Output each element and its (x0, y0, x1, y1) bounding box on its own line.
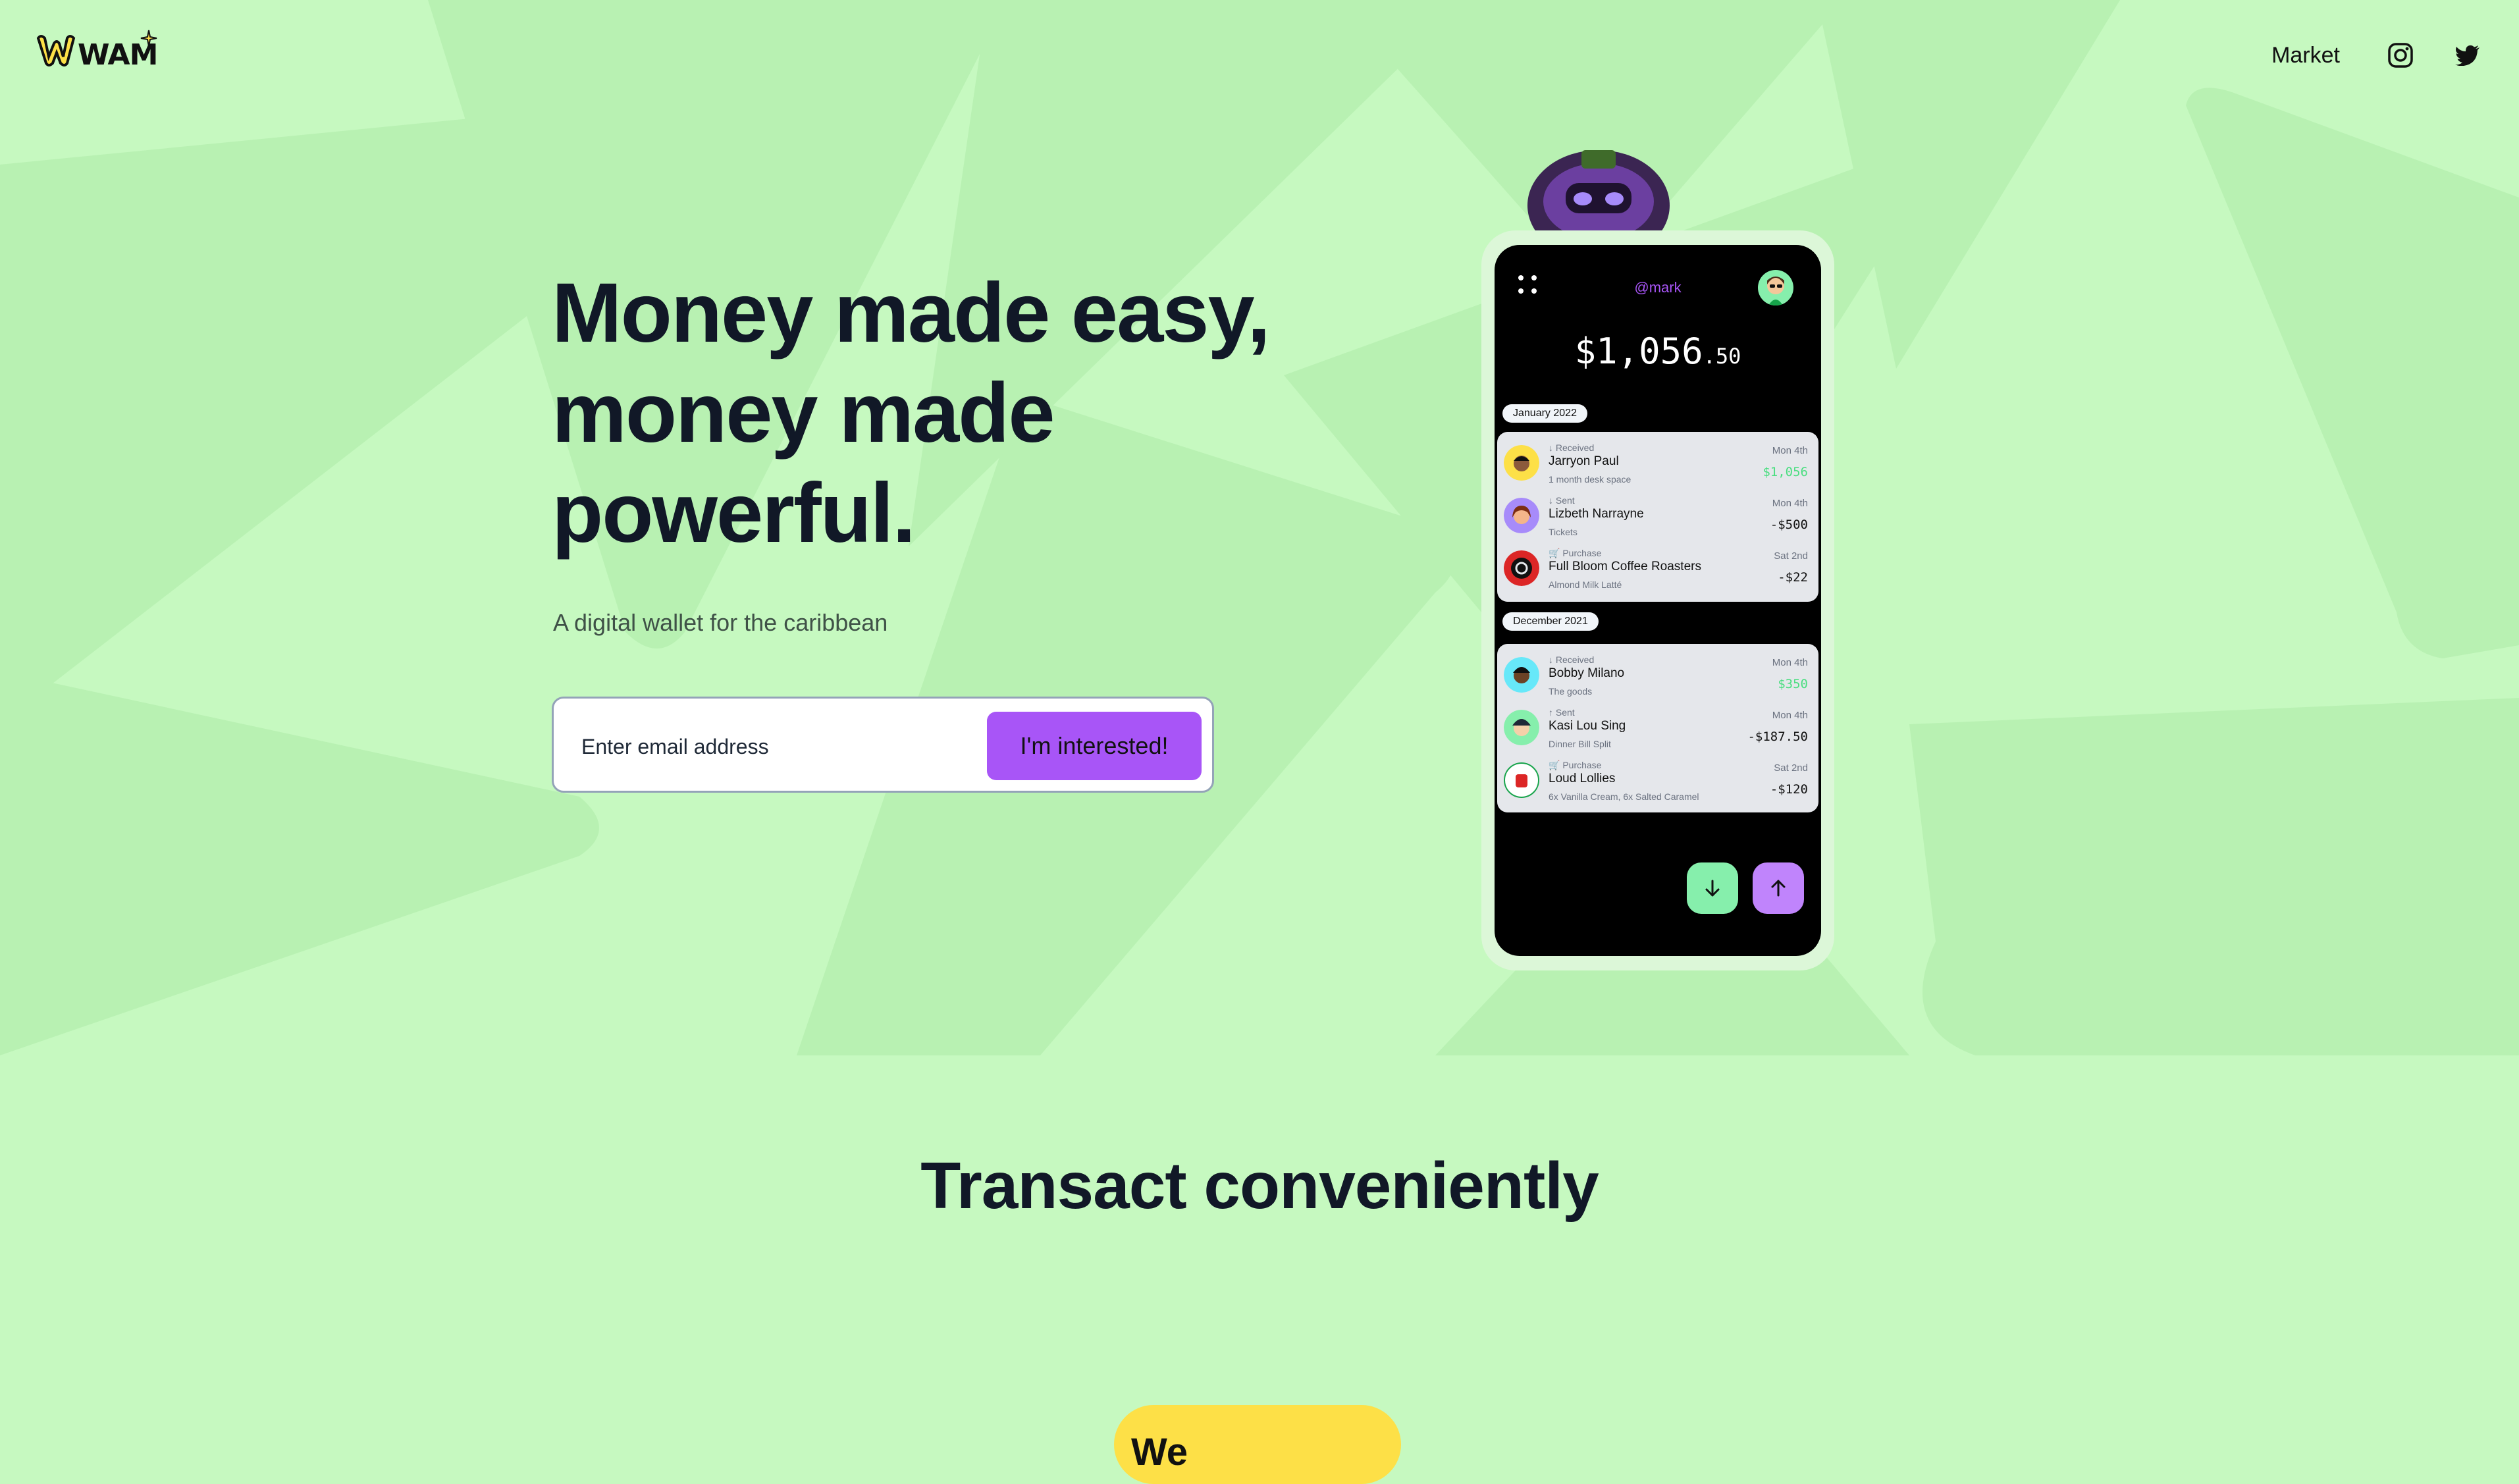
transaction-row[interactable]: ↓ Sent Lizbeth Narrayne Tickets Mon 4th … (1497, 487, 1818, 540)
transaction-note: Almond Milk Latté (1549, 579, 1622, 590)
contact-avatar (1504, 498, 1539, 533)
transaction-amount: $1,056 (1763, 465, 1808, 479)
transaction-name: Kasi Lou Sing (1549, 719, 1626, 733)
send-button[interactable] (1753, 862, 1804, 914)
transaction-name: Lizbeth Narrayne (1549, 507, 1644, 521)
transaction-type: 🛒 Purchase (1549, 760, 1602, 770)
transaction-amount: -$120 (1770, 782, 1808, 797)
transaction-date: Mon 4th (1772, 710, 1808, 721)
email-input[interactable] (580, 722, 951, 771)
balance: $1,056.50 (1495, 331, 1821, 372)
merchant-logo (1504, 550, 1539, 586)
email-signup-form: I'm interested! (552, 697, 1214, 793)
headline-line: powerful. (552, 466, 916, 560)
transaction-row[interactable]: ↓ Received Jarryon Paul 1 month desk spa… (1497, 435, 1818, 487)
transaction-row[interactable]: ↑ Sent Kasi Lou Sing Dinner Bill Split M… (1497, 699, 1818, 752)
transaction-type: ↑ Sent (1549, 707, 1575, 718)
headline-line: money made (552, 366, 1055, 460)
nav-link-market[interactable]: Market (2271, 43, 2340, 68)
hero-section: WAM Market Money made easy, money made p… (0, 0, 2519, 1055)
transaction-row[interactable]: 🛒 Purchase Full Bloom Coffee Roasters Al… (1497, 540, 1818, 593)
transaction-note: Tickets (1549, 527, 1578, 537)
twitter-icon[interactable] (2453, 41, 2482, 70)
contact-avatar (1504, 445, 1539, 481)
wam-mascot-icon (36, 35, 76, 66)
transaction-date: Mon 4th (1772, 498, 1808, 509)
transaction-type: 🛒 Purchase (1549, 548, 1602, 558)
arrow-up-icon (1771, 880, 1786, 897)
hero-headline: Money made easy, money made powerful. (552, 263, 1329, 564)
transaction-type: ↓ Sent (1549, 495, 1575, 506)
transaction-row[interactable]: ↓ Received Bobby Milano The goods Mon 4t… (1497, 647, 1818, 699)
phone-screen: @mark $1,056.50 January 2022 ↓ Received … (1495, 245, 1821, 956)
transaction-date: Mon 4th (1772, 445, 1808, 456)
transaction-row[interactable]: 🛒 Purchase Loud Lollies 6x Vanilla Cream… (1497, 752, 1818, 805)
transaction-card: ↓ Received Bobby Milano The goods Mon 4t… (1497, 644, 1818, 812)
transaction-name: Loud Lollies (1549, 772, 1616, 785)
transaction-date: Mon 4th (1772, 657, 1808, 668)
transaction-name: Full Bloom Coffee Roasters (1549, 560, 1701, 573)
balance-main: $1,056 (1574, 331, 1703, 372)
headline-line: Money made easy, (552, 266, 1271, 360)
transaction-note: Dinner Bill Split (1549, 739, 1611, 749)
transaction-name: Jarryon Paul (1549, 454, 1619, 468)
balance-cents: .50 (1703, 344, 1741, 369)
hero-subhead: A digital wallet for the caribbean (553, 609, 888, 636)
transaction-name: Bobby Milano (1549, 666, 1625, 680)
wam-logo[interactable]: WAM (34, 29, 159, 75)
transaction-note: 6x Vanilla Cream, 6x Salted Caramel (1549, 791, 1699, 802)
transaction-amount: $350 (1778, 677, 1808, 691)
transaction-note: The goods (1549, 686, 1593, 697)
contact-avatar (1504, 657, 1539, 693)
interested-button[interactable]: I'm interested! (987, 712, 1202, 780)
month-label: January 2022 (1502, 404, 1587, 423)
yellow-pill-badge: We (1114, 1405, 1401, 1484)
transaction-note: 1 month desk space (1549, 474, 1631, 485)
contact-avatar (1504, 710, 1539, 745)
arrow-down-icon (1705, 880, 1720, 897)
transaction-amount: -$187.50 (1747, 729, 1808, 744)
mascot-illustration (1527, 150, 1670, 232)
transaction-amount: -$500 (1770, 517, 1808, 532)
transaction-type: ↓ Received (1549, 442, 1595, 453)
receive-button[interactable] (1687, 862, 1738, 914)
transaction-card: ↓ Received Jarryon Paul 1 month desk spa… (1497, 432, 1818, 602)
avatar[interactable] (1758, 270, 1793, 305)
sparkle-icon (140, 30, 157, 47)
transaction-date: Sat 2nd (1774, 550, 1808, 562)
transaction-date: Sat 2nd (1774, 762, 1808, 774)
merchant-logo (1504, 762, 1539, 798)
section-title: Transact conveniently (920, 1149, 1599, 1223)
month-label: December 2021 (1502, 612, 1599, 631)
pill-text: We (1131, 1431, 1188, 1473)
transaction-amount: -$22 (1778, 570, 1808, 585)
instagram-icon[interactable] (2386, 41, 2415, 70)
top-nav: Market (2271, 37, 2482, 74)
transaction-type: ↓ Received (1549, 654, 1595, 665)
